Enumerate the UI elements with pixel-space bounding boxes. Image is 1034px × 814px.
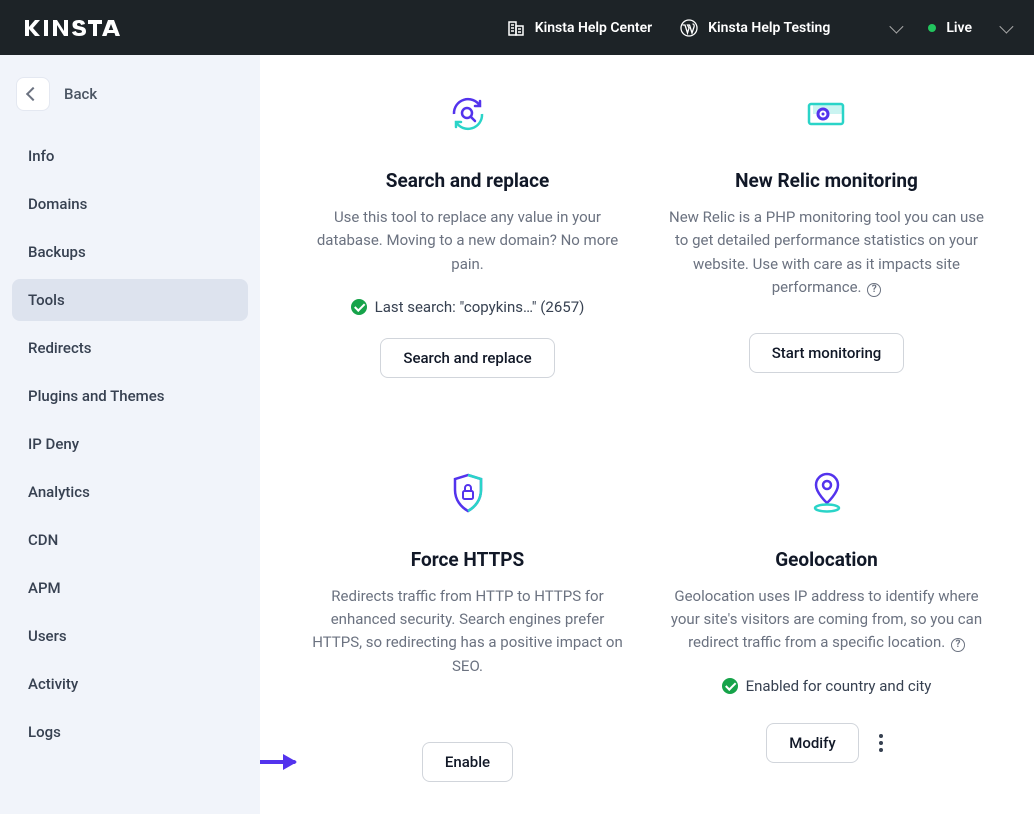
- card-newrelic: New Relic monitoring New Relic is a PHP …: [659, 87, 994, 378]
- status-text: Last search: "copykins…" (2657): [375, 298, 585, 316]
- chevron-down-icon: [890, 19, 904, 33]
- site-name: Kinsta Help Center: [535, 20, 652, 36]
- card-title: New Relic monitoring: [667, 169, 986, 192]
- sidebar-item-plugins-and-themes[interactable]: Plugins and Themes: [12, 375, 248, 417]
- card-desc: Redirects traffic from HTTP to HTTPS for…: [308, 585, 627, 678]
- sidebar-item-cdn[interactable]: CDN: [12, 519, 248, 561]
- card-desc: New Relic is a PHP monitoring tool you c…: [667, 206, 986, 299]
- main-content: Search and replace Use this tool to repl…: [260, 55, 1034, 814]
- arrow-left-icon: [26, 87, 40, 101]
- sidebar-item-apm[interactable]: APM: [12, 567, 248, 609]
- kebab-icon: [879, 741, 883, 745]
- sidebar-item-activity[interactable]: Activity: [12, 663, 248, 705]
- env-name: Kinsta Help Testing: [708, 20, 830, 36]
- sidebar-item-analytics[interactable]: Analytics: [12, 471, 248, 513]
- monitoring-icon: [667, 87, 986, 141]
- card-desc: Use this tool to replace any value in yo…: [308, 206, 627, 276]
- topbar: Kinsta Help Center Kinsta Help Testing L…: [0, 0, 1034, 55]
- sidebar-item-logs[interactable]: Logs: [12, 711, 248, 753]
- sidebar-item-backups[interactable]: Backups: [12, 231, 248, 273]
- card-title: Search and replace: [308, 169, 627, 192]
- search-replace-icon: [308, 87, 627, 141]
- start-monitoring-button[interactable]: Start monitoring: [749, 333, 905, 373]
- more-menu-button[interactable]: [875, 729, 887, 757]
- card-desc: Geolocation uses IP address to identify …: [667, 585, 986, 655]
- modify-geo-button[interactable]: Modify: [766, 723, 859, 763]
- sidebar: Back Info Domains Backups Tools Redirects Plu…: [0, 55, 260, 814]
- chevron-down-icon: [999, 19, 1013, 33]
- wordpress-icon: [680, 19, 698, 37]
- shield-lock-icon: [308, 466, 627, 520]
- sidebar-item-ip-deny[interactable]: IP Deny: [12, 423, 248, 465]
- nav-list: Info Domains Backups Tools Redirects Plugins …: [12, 135, 248, 753]
- card-title: Geolocation: [667, 548, 986, 571]
- card-geolocation: Geolocation Geolocation uses IP address …: [659, 418, 994, 784]
- enable-https-button[interactable]: Enable: [422, 742, 513, 782]
- map-pin-icon: [667, 466, 986, 520]
- card-search-replace: Search and replace Use this tool to repl…: [300, 87, 635, 378]
- check-icon: [351, 299, 367, 315]
- check-icon: [722, 678, 738, 694]
- status-label: Live: [946, 20, 972, 36]
- status-text: Enabled for country and city: [746, 677, 932, 695]
- search-replace-button[interactable]: Search and replace: [380, 338, 554, 378]
- info-icon[interactable]: ?: [867, 283, 881, 297]
- status-selector[interactable]: Live: [928, 20, 1010, 36]
- info-icon[interactable]: ?: [951, 638, 965, 652]
- card-title: Force HTTPS: [308, 548, 627, 571]
- building-icon: [507, 19, 525, 37]
- callout-arrow-icon: [260, 760, 296, 764]
- site-selector[interactable]: Kinsta Help Center: [507, 19, 652, 37]
- sidebar-item-users[interactable]: Users: [12, 615, 248, 657]
- back-button[interactable]: [16, 77, 50, 111]
- environment-selector[interactable]: Kinsta Help Testing: [680, 19, 900, 37]
- back-label: Back: [64, 85, 97, 103]
- kinsta-logo: [24, 17, 134, 39]
- sidebar-item-info[interactable]: Info: [12, 135, 248, 177]
- status-dot-icon: [928, 24, 936, 32]
- status-line: Last search: "copykins…" (2657): [308, 298, 627, 316]
- sidebar-item-domains[interactable]: Domains: [12, 183, 248, 225]
- back-row: Back: [12, 73, 248, 135]
- sidebar-item-redirects[interactable]: Redirects: [12, 327, 248, 369]
- status-line: Enabled for country and city: [667, 677, 986, 695]
- card-force-https: Force HTTPS Redirects traffic from HTTP …: [300, 418, 635, 784]
- sidebar-item-tools[interactable]: Tools: [12, 279, 248, 321]
